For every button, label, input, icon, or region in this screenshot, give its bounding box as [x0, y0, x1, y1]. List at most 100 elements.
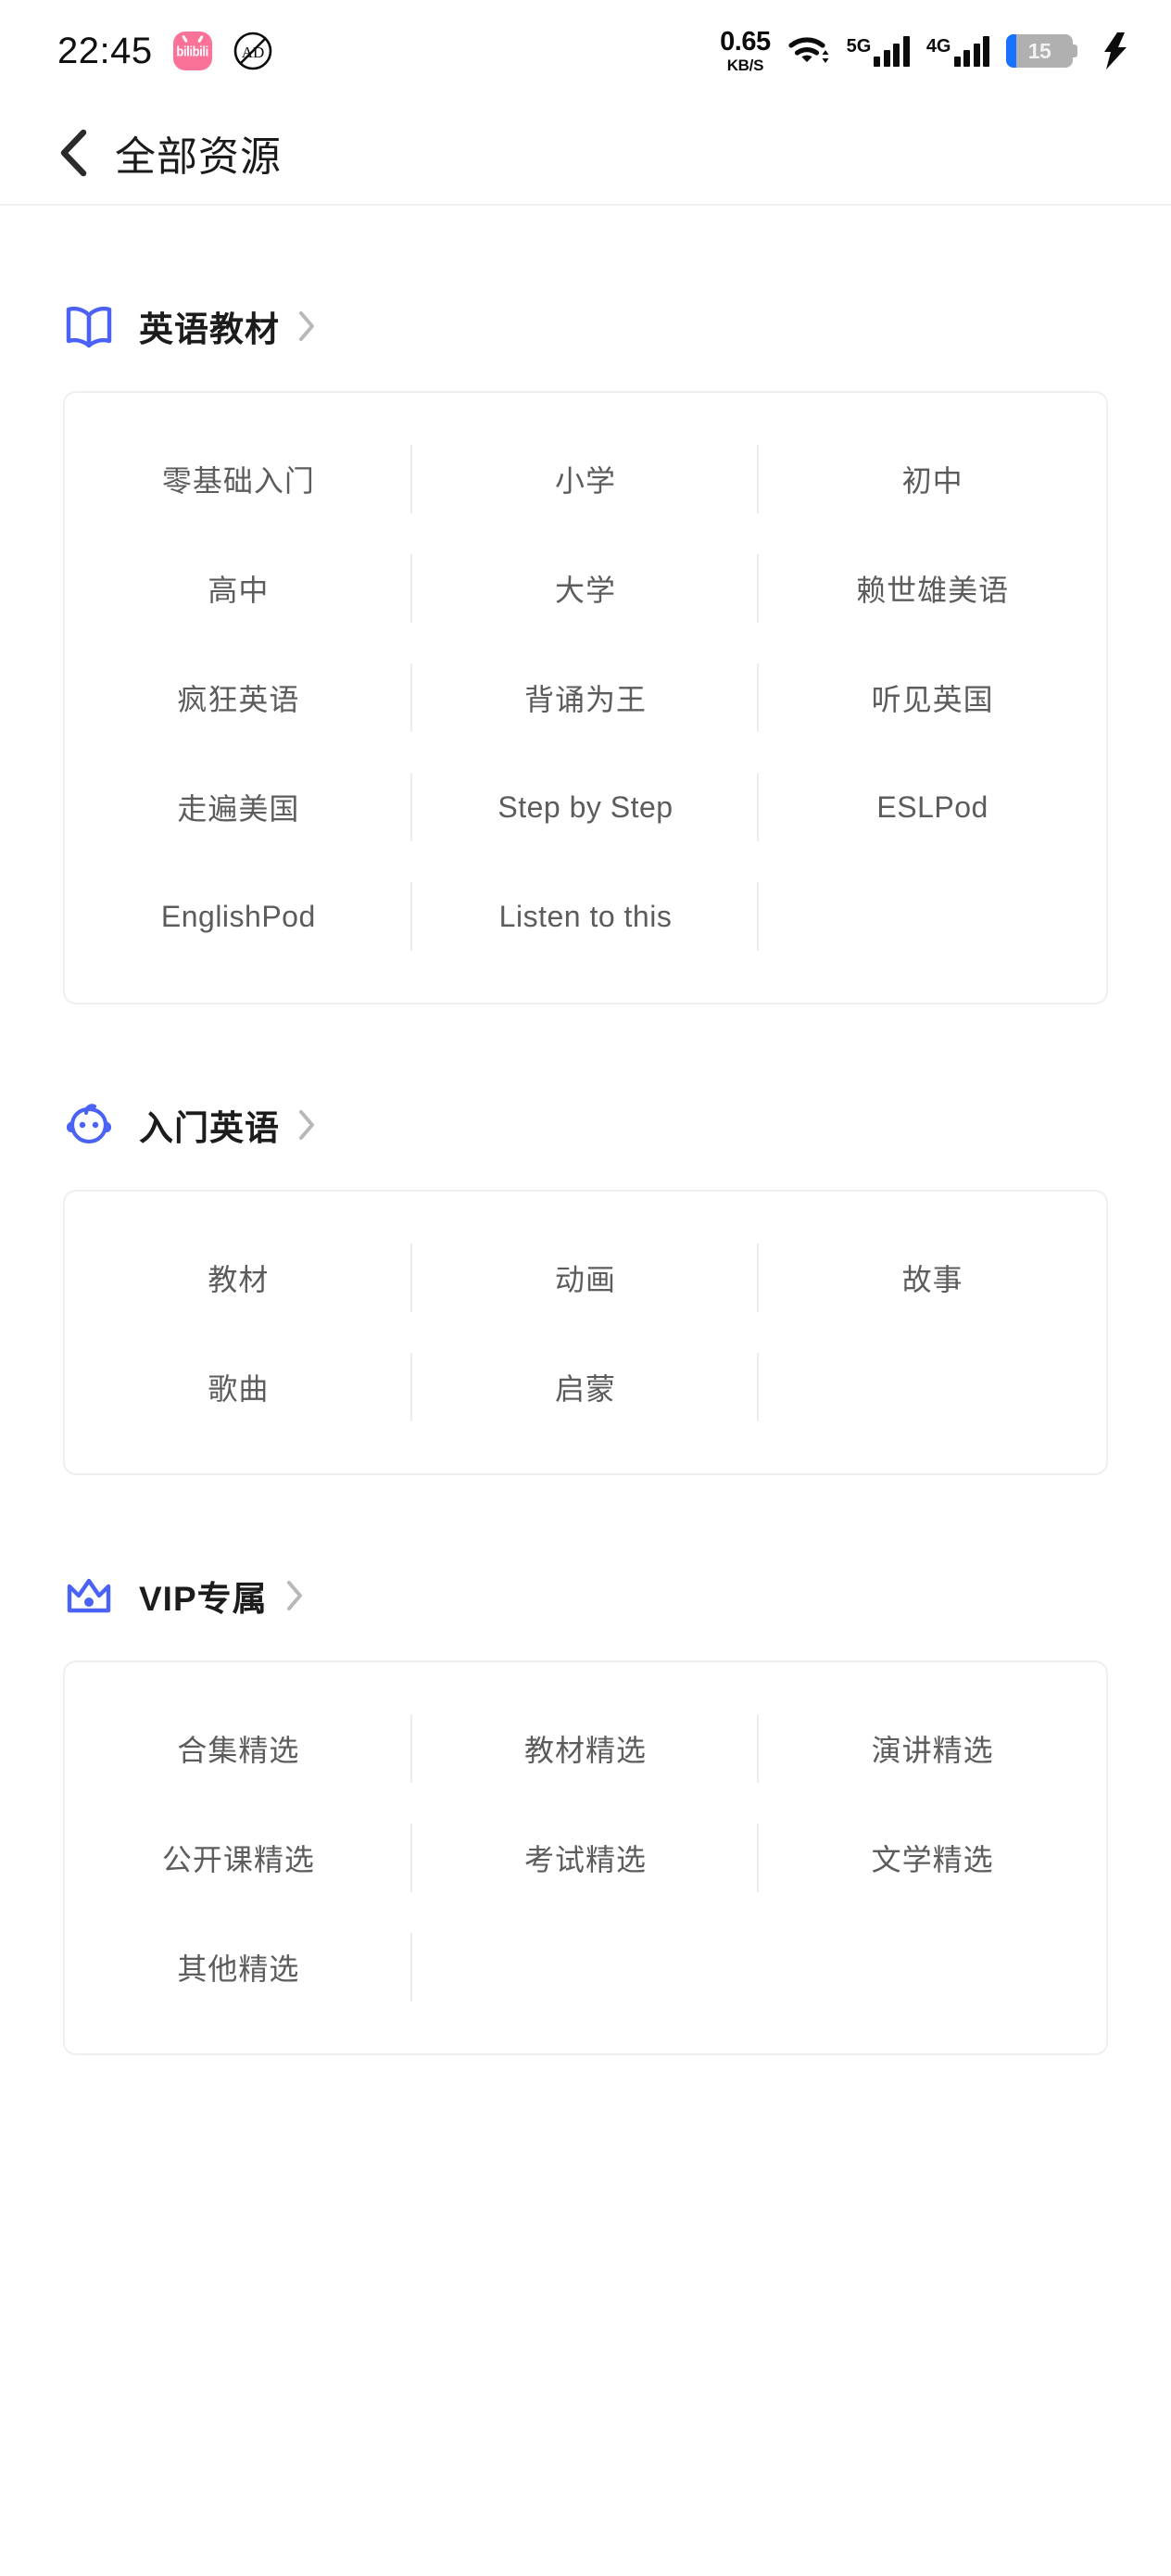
ad-block-icon: AD: [233, 31, 273, 71]
sim1-signal-indicator: 5G: [847, 35, 910, 67]
category-label: 大学: [554, 574, 616, 607]
category-label: ESLPod: [876, 789, 988, 824]
category-cell[interactable]: 考试精选: [412, 1803, 760, 1913]
section-title: 入门英语: [139, 1109, 280, 1147]
section-header-beginner-english[interactable]: 入门英语: [0, 1080, 1171, 1169]
category-cell[interactable]: 高中: [65, 534, 412, 643]
section-beginner-english: 入门英语 教材 动画 故事 歌曲 启蒙: [0, 1080, 1171, 1475]
category-label: 其他精选: [177, 1952, 300, 1986]
category-cell[interactable]: 零基础入门: [65, 424, 412, 534]
category-cell[interactable]: 教材: [65, 1223, 412, 1332]
category-label: 故事: [901, 1263, 963, 1296]
section-header-english-textbooks[interactable]: 英语教材: [0, 282, 1171, 371]
category-cell[interactable]: 文学精选: [759, 1803, 1106, 1913]
sim2-signal-indicator: 4G: [926, 35, 989, 67]
category-cell[interactable]: 背诵为王: [412, 643, 760, 752]
book-icon: [63, 300, 115, 352]
category-label: Step by Step: [497, 789, 674, 824]
sim2-signal-bars: [953, 35, 989, 67]
network-speed-indicator: 0.65 KB/S: [720, 27, 771, 74]
category-label: EnglishPod: [160, 899, 316, 933]
page-title: 全部资源: [115, 134, 282, 180]
chevron-right-icon: [296, 309, 317, 343]
status-bar: 22:45 bilibili AD 0.65 KB/S: [0, 0, 1171, 102]
chevron-right-icon: [284, 1579, 305, 1612]
bilibili-app-icon: bilibili: [172, 32, 212, 70]
bilibili-label: bilibili: [176, 43, 208, 59]
section-title: VIP专属: [139, 1580, 268, 1618]
category-label: Listen to this: [498, 899, 673, 933]
section-header-vip-exclusive[interactable]: VIP专属: [0, 1551, 1171, 1640]
category-label: 初中: [901, 464, 963, 498]
category-label: 启蒙: [554, 1372, 616, 1406]
battery-level-label: 15: [1027, 38, 1051, 63]
section-card-beginner-english: 教材 动画 故事 歌曲 启蒙: [63, 1190, 1108, 1475]
category-cell[interactable]: Listen to this: [412, 862, 760, 971]
category-cell[interactable]: 故事: [759, 1223, 1106, 1332]
category-cell[interactable]: 歌曲: [65, 1332, 412, 1442]
category-cell[interactable]: 听见英国: [759, 643, 1106, 752]
chevron-left-icon: [60, 129, 87, 177]
sim2-network-type: 4G: [925, 36, 951, 57]
category-label: 动画: [554, 1263, 616, 1296]
category-cell[interactable]: 大学: [412, 534, 760, 643]
category-cell[interactable]: 小学: [412, 424, 760, 534]
category-cell[interactable]: 动画: [412, 1223, 760, 1332]
section-english-textbooks: 英语教材 零基础入门 小学 初中 高中 大学 赖世雄美语 疯狂英语 背诵为王 听…: [0, 282, 1171, 1004]
category-label: 演讲精选: [871, 1734, 994, 1767]
back-button[interactable]: [46, 126, 100, 180]
navigation-bar: 全部资源: [0, 102, 1171, 206]
category-label: 教材: [208, 1263, 270, 1296]
chevron-right-icon: [296, 1108, 317, 1142]
category-cell[interactable]: 合集精选: [65, 1694, 412, 1803]
charging-bolt-icon: [1089, 32, 1128, 69]
category-cell[interactable]: 赖世雄美语: [759, 534, 1106, 643]
category-cell[interactable]: 启蒙: [412, 1332, 760, 1442]
category-grid: 零基础入门 小学 初中 高中 大学 赖世雄美语 疯狂英语 背诵为王 听见英国 走…: [65, 424, 1106, 971]
category-cell[interactable]: 公开课精选: [65, 1803, 412, 1913]
category-cell[interactable]: ESLPod: [759, 752, 1106, 862]
category-cell[interactable]: 教材精选: [412, 1694, 760, 1803]
battery-indicator: 15: [1006, 34, 1077, 68]
top-spacer: [0, 206, 1171, 282]
grid-filler: [412, 1913, 760, 2022]
wifi-icon: [787, 32, 830, 70]
grid-filler: [759, 1913, 1106, 2022]
section-vip-exclusive: VIP专属 合集精选 教材精选 演讲精选 公开课精选 考试精选 文学精选 其他精…: [0, 1551, 1171, 2055]
status-bar-left: 22:45 bilibili AD: [57, 31, 273, 71]
category-label: 公开课精选: [161, 1843, 315, 1876]
sim1-signal-bars: [874, 35, 910, 67]
category-label: 教材精选: [523, 1734, 647, 1767]
category-cell[interactable]: 初中: [759, 424, 1106, 534]
grid-filler: [759, 1332, 1106, 1442]
category-label: 歌曲: [208, 1372, 270, 1406]
category-cell[interactable]: 其他精选: [65, 1913, 412, 2022]
network-speed-unit: KB/S: [726, 57, 764, 74]
baby-face-icon: [63, 1099, 115, 1151]
sim1-network-type: 5G: [846, 36, 872, 57]
category-label: 走遍美国: [177, 792, 300, 826]
category-label: 背诵为王: [523, 683, 647, 716]
category-cell[interactable]: Step by Step: [412, 752, 760, 862]
section-card-vip-exclusive: 合集精选 教材精选 演讲精选 公开课精选 考试精选 文学精选 其他精选: [63, 1661, 1108, 2055]
category-cell[interactable]: 走遍美国: [65, 752, 412, 862]
status-bar-clock: 22:45: [57, 31, 153, 71]
crown-icon: [63, 1570, 115, 1622]
category-label: 考试精选: [523, 1843, 647, 1876]
network-speed-value: 0.65: [720, 27, 771, 57]
grid-filler: [759, 862, 1106, 971]
category-cell[interactable]: 疯狂英语: [65, 643, 412, 752]
category-label: 合集精选: [177, 1734, 300, 1767]
category-grid: 教材 动画 故事 歌曲 启蒙: [65, 1223, 1106, 1442]
section-card-english-textbooks: 零基础入门 小学 初中 高中 大学 赖世雄美语 疯狂英语 背诵为王 听见英国 走…: [63, 391, 1108, 1004]
category-label: 小学: [554, 464, 616, 498]
section-title: 英语教材: [139, 310, 280, 348]
category-cell[interactable]: EnglishPod: [65, 862, 412, 971]
category-cell[interactable]: 演讲精选: [759, 1694, 1106, 1803]
battery-fill: [1006, 34, 1016, 68]
category-label: 零基础入门: [161, 464, 315, 498]
category-label: 高中: [208, 574, 270, 607]
category-label: 听见英国: [871, 683, 994, 716]
